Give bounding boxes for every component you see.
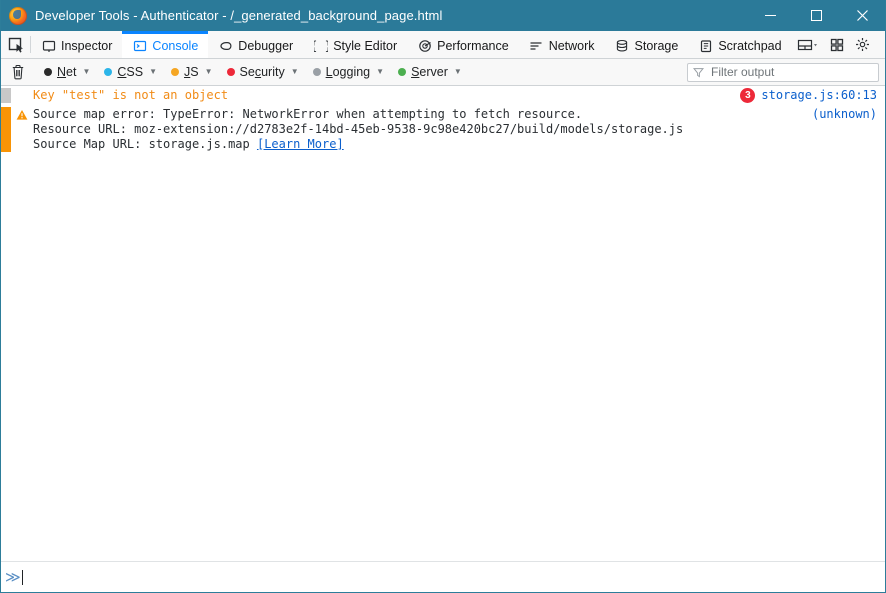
filter-logging[interactable]: Logging ▼ [306, 62, 391, 83]
filter-dot [226, 68, 235, 76]
svg-text:{ }: { } [314, 39, 328, 53]
maximize-button[interactable] [793, 0, 839, 31]
tab-label: Debugger [238, 39, 294, 53]
style-editor-icon: { } [313, 39, 328, 54]
message-icon-column [11, 107, 33, 124]
filter-css[interactable]: CSS ▼ [97, 62, 164, 83]
prompt-chevron-icon: ≫ [5, 567, 21, 586]
message-icon-column [11, 88, 33, 90]
funnel-icon [693, 67, 704, 78]
tab-console[interactable]: Console [122, 31, 209, 58]
console-input-prompt[interactable]: ≫ [1, 561, 885, 592]
filter-dot [104, 68, 113, 76]
message-location: 3 storage.js:60:13 [740, 88, 885, 103]
filter-label: Logging [325, 65, 371, 79]
tab-scratchpad[interactable]: Scratchpad [688, 31, 791, 58]
console-filter-bar: Net ▼ CSS ▼ JS ▼ Security ▼ Logging ▼ Se… [1, 59, 885, 86]
message-line: Resource URL: moz-extension://d2783e2f-1… [33, 122, 684, 136]
tab-label: Inspector [61, 39, 113, 53]
debugger-icon [218, 39, 233, 54]
window-controls [747, 0, 885, 31]
tab-inspector[interactable]: Inspector [31, 31, 122, 58]
close-toolbox-icon[interactable] [883, 32, 885, 58]
filter-label: Server [411, 65, 448, 79]
tab-network[interactable]: Network [519, 31, 605, 58]
warning-triangle-icon [16, 109, 28, 124]
unknown-source-label: (unknown) [811, 107, 877, 121]
devtools-window: Developer Tools - Authenticator - /_gene… [0, 0, 886, 593]
tab-label: Console [152, 39, 199, 53]
tab-debugger[interactable]: Debugger [208, 31, 303, 58]
filter-label: JS [184, 65, 199, 79]
inspector-icon [41, 39, 56, 54]
learn-more-link[interactable]: [Learn More] [257, 137, 344, 151]
performance-icon [417, 39, 432, 54]
console-output[interactable]: Key "test" is not an object 3 storage.js… [1, 86, 885, 560]
network-icon [529, 39, 544, 54]
filter-dot [44, 68, 52, 76]
message-line: Source Map URL: storage.js.map [Learn Mo… [33, 137, 804, 152]
filter-server[interactable]: Server ▼ [391, 62, 469, 83]
tab-label: Storage [634, 39, 679, 53]
message-location: (unknown) [812, 107, 885, 122]
split-console-icon[interactable] [792, 32, 824, 58]
tab-label: Style Editor [333, 39, 398, 53]
element-picker-icon[interactable] [1, 31, 30, 58]
tab-storage[interactable]: Storage [605, 31, 689, 58]
filter-label: CSS [117, 65, 144, 79]
message-gutter [1, 88, 11, 103]
tab-label: Network [548, 39, 595, 53]
repeat-count-badge: 3 [740, 88, 756, 103]
window-title: Developer Tools - Authenticator - /_gene… [35, 8, 443, 23]
title-bar: Developer Tools - Authenticator - /_gene… [1, 0, 885, 31]
chevron-down-icon: ▼ [149, 67, 158, 76]
tab-style-editor[interactable]: { } Style Editor [303, 31, 407, 58]
message-body: Key "test" is not an object [33, 88, 740, 103]
console-icon [132, 39, 147, 54]
message-line-text: Source Map URL: storage.js.map [33, 137, 257, 151]
minimize-button[interactable] [747, 0, 793, 31]
settings-gear-icon[interactable] [850, 32, 876, 58]
toolbox-right-buttons [792, 31, 885, 58]
filter-label: Security [239, 65, 285, 79]
responsive-design-mode-icon[interactable] [824, 32, 850, 58]
tab-label: Performance [437, 39, 509, 53]
filter-label: Net [57, 65, 77, 79]
chevron-down-icon: ▼ [290, 67, 299, 76]
message-body: Source map error: TypeError: NetworkErro… [33, 107, 812, 152]
filter-js[interactable]: JS ▼ [164, 62, 220, 83]
chevron-down-icon: ▼ [82, 67, 91, 76]
chevron-down-icon: ▼ [453, 67, 462, 76]
console-message[interactable]: Source map error: TypeError: NetworkErro… [1, 105, 885, 154]
chevron-down-icon: ▼ [376, 67, 385, 76]
filter-security[interactable]: Security ▼ [220, 62, 306, 83]
console-js-input[interactable] [22, 561, 885, 592]
message-gutter [1, 107, 11, 152]
tab-performance[interactable]: Performance [407, 31, 519, 58]
chevron-down-icon: ▼ [204, 67, 213, 76]
filter-output-field[interactable] [687, 62, 879, 82]
storage-icon [615, 39, 630, 54]
filter-net[interactable]: Net ▼ [37, 62, 97, 83]
source-link[interactable]: storage.js:60:13 [761, 88, 877, 103]
console-message[interactable]: Key "test" is not an object 3 storage.js… [1, 86, 885, 105]
toolbox-tab-bar: Inspector Console Debugger { } [1, 31, 885, 59]
close-button[interactable] [839, 0, 885, 31]
filter-dot [312, 68, 321, 76]
scratchpad-icon [698, 39, 713, 54]
message-line: Source map error: TypeError: NetworkErro… [33, 107, 583, 121]
tab-label: Scratchpad [718, 39, 782, 53]
message-line: Key "test" is not an object [33, 88, 229, 102]
filter-input[interactable] [709, 64, 873, 80]
filter-dot [171, 68, 180, 76]
filter-dot [398, 68, 407, 76]
clear-output-trash-icon[interactable] [7, 61, 29, 83]
firefox-logo [9, 6, 27, 25]
